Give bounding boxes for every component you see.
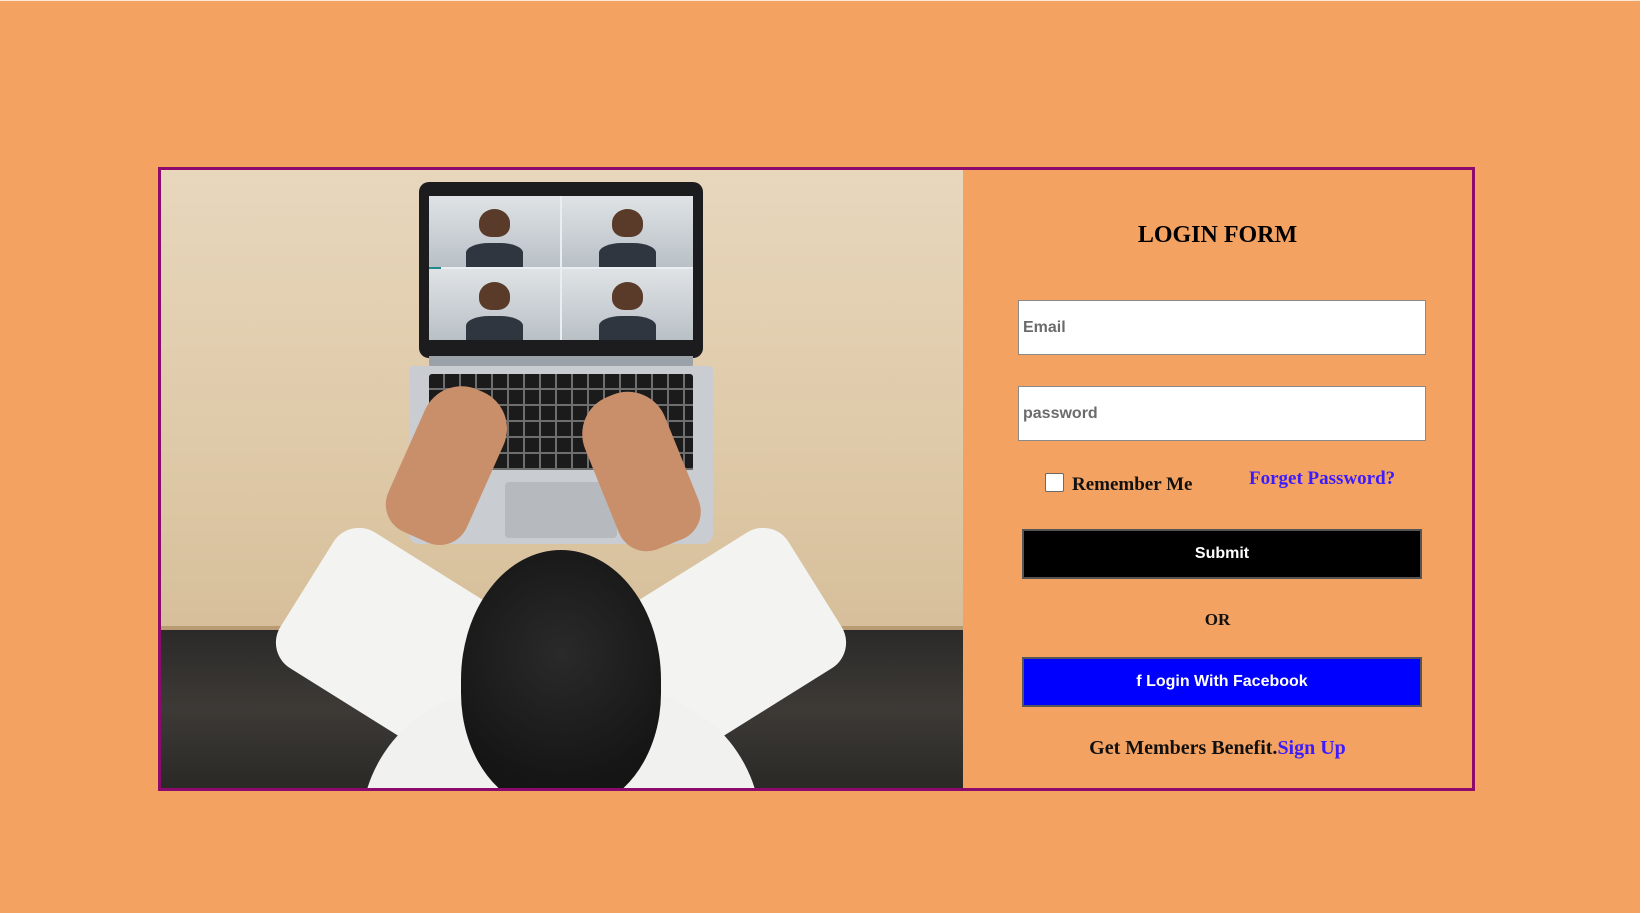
hero-photo xyxy=(161,170,963,788)
email-input[interactable] xyxy=(1018,300,1426,355)
video-call-display xyxy=(429,196,693,340)
remember-me-checkbox[interactable] xyxy=(1045,472,1064,492)
laptop-screen xyxy=(419,182,703,358)
video-tile xyxy=(429,269,560,340)
login-card: LOGIN FORM Remember Me Forget Password? … xyxy=(158,167,1475,791)
or-divider: OR xyxy=(1204,610,1231,629)
right-scroll-edge xyxy=(1640,0,1646,913)
password-input[interactable] xyxy=(1018,386,1426,441)
video-tile xyxy=(562,269,693,340)
video-tile xyxy=(429,196,560,267)
top-border-line xyxy=(0,0,1646,1)
person-head xyxy=(461,550,661,788)
remember-me-label: Remember Me xyxy=(1072,474,1193,495)
login-form-panel: LOGIN FORM Remember Me Forget Password? … xyxy=(963,170,1472,788)
laptop-trackpad xyxy=(505,482,617,538)
members-benefit-text: Get Members Benefit. xyxy=(1089,737,1278,759)
remember-me-row: Remember Me xyxy=(1045,471,1193,495)
submit-button[interactable]: Submit xyxy=(1022,529,1422,579)
forget-password-link[interactable]: Forget Password? xyxy=(1249,468,1395,490)
facebook-login-button[interactable]: f Login With Facebook xyxy=(1022,657,1422,707)
sign-up-link[interactable]: Sign Up xyxy=(1277,737,1345,759)
form-title: LOGIN FORM xyxy=(1137,222,1298,248)
signup-row: Get Members Benefit.Sign Up xyxy=(963,737,1472,760)
video-tile xyxy=(562,196,693,267)
